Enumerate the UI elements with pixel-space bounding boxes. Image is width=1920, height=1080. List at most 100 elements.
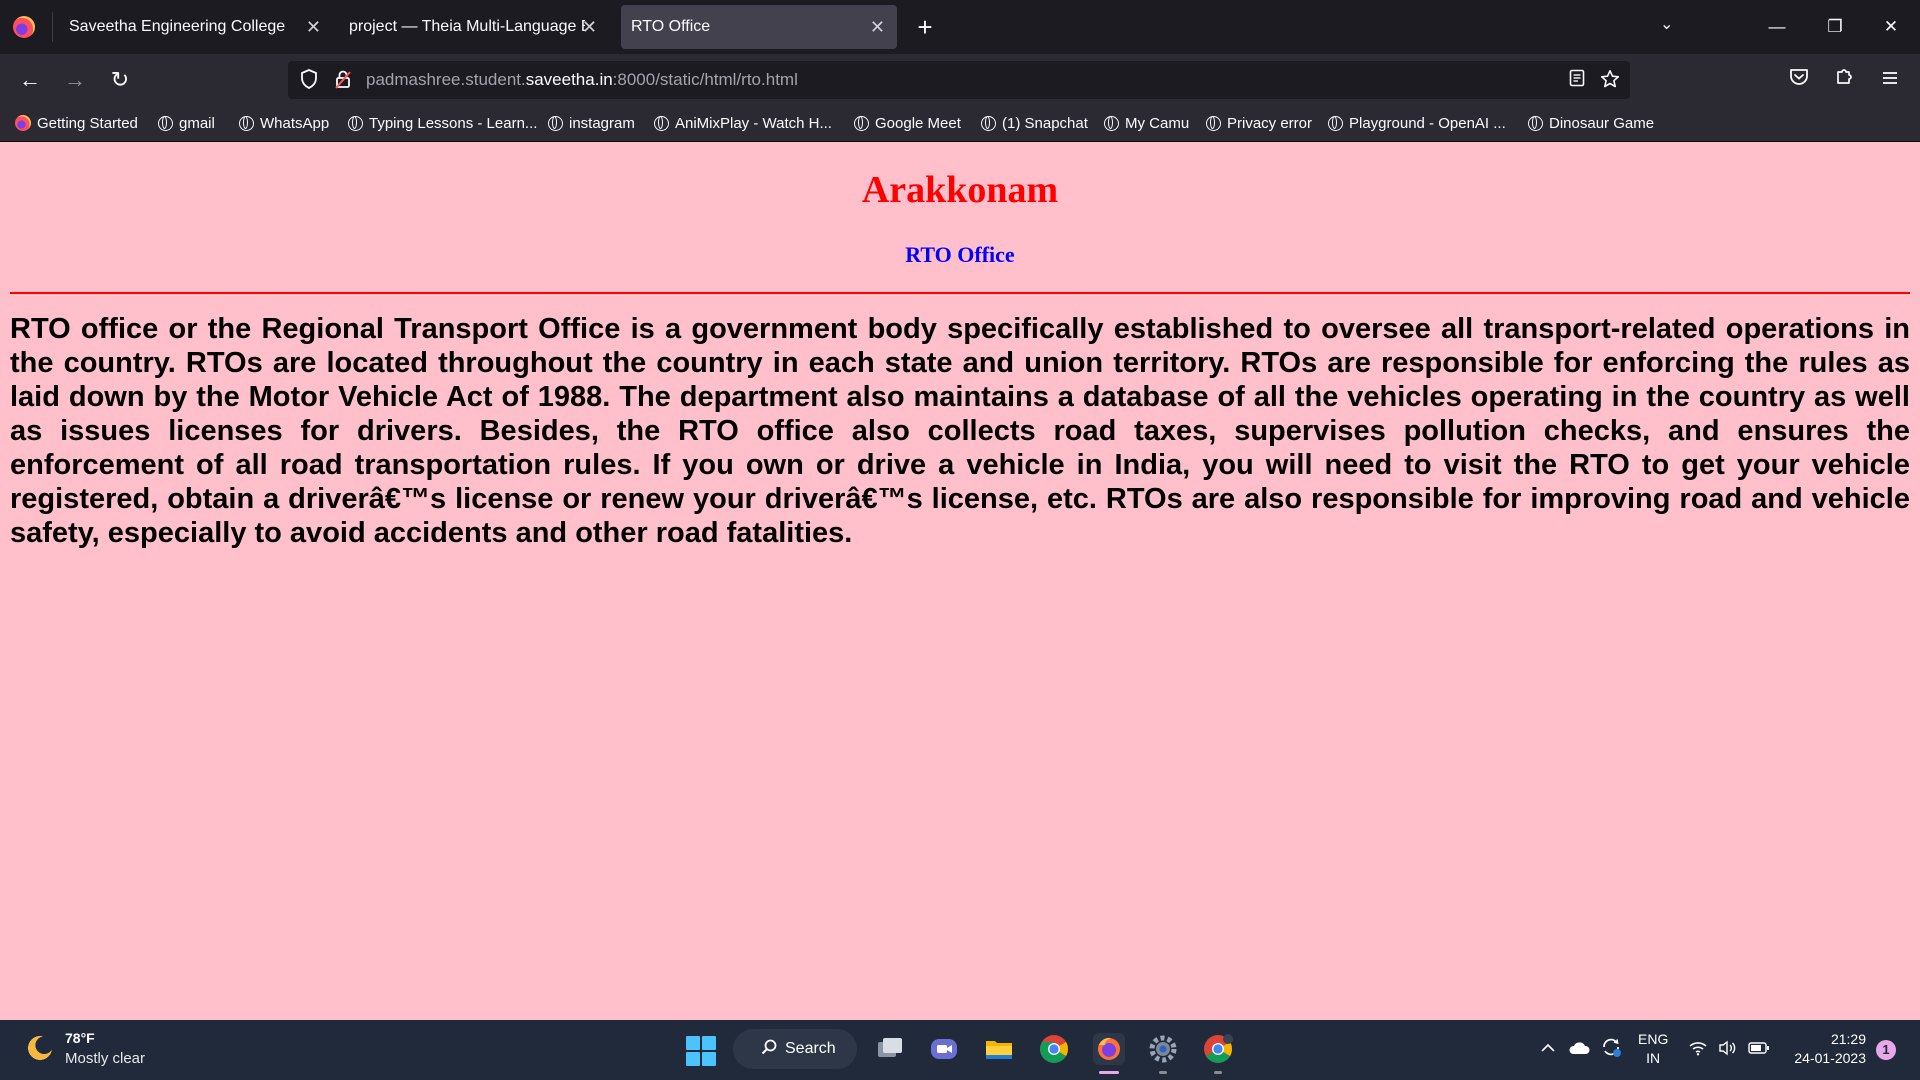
- close-icon[interactable]: ✕: [582, 5, 597, 49]
- bookmark-label: (1) Snapchat: [1002, 115, 1088, 132]
- back-button[interactable]: ←: [15, 65, 45, 95]
- start-windows-icon[interactable]: [686, 1036, 716, 1066]
- url-path: :8000/static/html/rto.html: [612, 70, 798, 89]
- horizontal-rule: [10, 292, 1910, 294]
- region-code: IN: [1646, 1050, 1661, 1066]
- search-icon: [761, 1029, 777, 1069]
- weather-moon-icon: [26, 1034, 54, 1062]
- tab-rto-office[interactable]: RTO Office ✕: [621, 5, 897, 49]
- bookmark-dinosaur-game[interactable]: Dinosaur Game: [1528, 106, 1654, 141]
- clock[interactable]: 21:29 24-01-2023: [1790, 1030, 1866, 1068]
- shield-icon[interactable]: [298, 69, 320, 91]
- bookmark-animixplay[interactable]: AniMixPlay - Watch H...: [654, 106, 832, 141]
- globe-icon: [348, 116, 363, 131]
- minimize-button[interactable]: —: [1752, 10, 1802, 44]
- chrome-icon[interactable]: [1038, 1033, 1070, 1065]
- bookmark-label: Privacy error: [1227, 115, 1313, 132]
- chrome-profile-icon[interactable]: [1202, 1033, 1234, 1065]
- tab-label: RTO Office: [631, 18, 711, 35]
- teams-chat-icon[interactable]: [928, 1033, 960, 1065]
- running-app-indicator: [1214, 1071, 1222, 1074]
- tab-bar: Saveetha Engineering College ✕ project —…: [0, 0, 1920, 54]
- url-host: saveetha.in: [525, 70, 613, 89]
- url-text[interactable]: padmashree.student.saveetha.in:8000/stat…: [366, 61, 798, 99]
- bookmark-label: Google Meet: [875, 115, 961, 132]
- globe-icon: [548, 116, 563, 131]
- bookmark-google-meet[interactable]: Google Meet: [854, 106, 961, 141]
- bookmark-label: Getting Started: [37, 115, 138, 132]
- reload-button[interactable]: ↻: [105, 65, 135, 95]
- navigation-toolbar: ← → ↻ padmashree.student.saveetha.in:800…: [0, 54, 1920, 106]
- globe-icon: [239, 116, 254, 131]
- globe-icon: [1206, 116, 1221, 131]
- forward-button[interactable]: →: [60, 65, 90, 95]
- tab-separator: [52, 12, 53, 42]
- close-icon[interactable]: ✕: [306, 5, 321, 49]
- clock-time: 21:29: [1830, 1031, 1866, 1047]
- volume-icon[interactable]: [1718, 1020, 1738, 1080]
- search-label: Search: [785, 1040, 836, 1057]
- clock-date: 24-01-2023: [1794, 1050, 1866, 1066]
- close-icon[interactable]: ✕: [870, 5, 885, 49]
- bookmark-label: AniMixPlay - Watch H...: [675, 115, 832, 132]
- pocket-icon[interactable]: [1784, 65, 1814, 95]
- reader-view-icon[interactable]: [1566, 69, 1588, 91]
- list-all-tabs-icon[interactable]: ⌄: [1660, 14, 1673, 34]
- file-explorer-icon[interactable]: [983, 1033, 1015, 1065]
- firefox-icon[interactable]: [13, 16, 35, 38]
- bookmark-snapchat[interactable]: (1) Snapchat: [981, 106, 1088, 141]
- active-app-indicator: [1099, 1071, 1119, 1074]
- bookmark-privacy-error[interactable]: Privacy error: [1206, 106, 1312, 141]
- wifi-icon[interactable]: [1688, 1020, 1708, 1080]
- tab-label: Saveetha Engineering College: [69, 18, 286, 35]
- bookmark-label: Typing Lessons - Learn...: [369, 115, 538, 132]
- restore-button[interactable]: ❐: [1810, 10, 1860, 44]
- close-window-button[interactable]: ✕: [1866, 10, 1916, 44]
- bookmark-label: WhatsApp: [260, 115, 330, 132]
- insecure-lock-icon[interactable]: [332, 69, 354, 91]
- globe-icon: [654, 116, 669, 131]
- tab-saveetha[interactable]: Saveetha Engineering College ✕: [55, 5, 333, 49]
- globe-icon: [981, 116, 996, 131]
- menu-icon[interactable]: [1875, 65, 1905, 95]
- input-language-indicator[interactable]: ENG IN: [1638, 1030, 1668, 1068]
- page-heading: Arakkonam: [861, 169, 1059, 211]
- page-content: Arakkonam RTO Office RTO office or the R…: [0, 142, 1920, 1020]
- firefox-icon: [15, 115, 31, 131]
- tab-project-theia[interactable]: project — Theia Multi-Language Ex ✕: [335, 5, 607, 49]
- task-view-icon[interactable]: [874, 1033, 906, 1065]
- globe-icon: [854, 116, 869, 131]
- page-paragraph: RTO office or the Regional Transport Off…: [10, 313, 1910, 549]
- show-hidden-icons-chevron-icon[interactable]: [1540, 1020, 1556, 1080]
- bookmark-instagram[interactable]: instagram: [548, 106, 635, 141]
- tab-label: project — Theia Multi-Language Ex: [349, 18, 585, 35]
- weather-condition: Mostly clear: [65, 1050, 146, 1067]
- bookmark-openai-playground[interactable]: Playground - OpenAI ...: [1328, 106, 1506, 141]
- notification-badge[interactable]: 1: [1876, 1040, 1896, 1060]
- onedrive-cloud-icon[interactable]: [1568, 1020, 1590, 1080]
- bookmark-my-camu[interactable]: My Camu: [1104, 106, 1189, 141]
- battery-icon[interactable]: [1748, 1020, 1770, 1080]
- bookmark-label: gmail: [179, 115, 215, 132]
- bookmark-star-icon[interactable]: [1599, 69, 1621, 91]
- page-subheading: RTO Office: [905, 242, 1015, 267]
- sync-icon[interactable]: [1600, 1020, 1622, 1080]
- globe-icon: [1528, 116, 1543, 131]
- bookmark-typing-lessons[interactable]: Typing Lessons - Learn...: [348, 106, 537, 141]
- bookmark-label: Dinosaur Game: [1549, 115, 1655, 132]
- url-prefix: padmashree.student.: [366, 70, 526, 89]
- bookmark-label: My Camu: [1125, 115, 1190, 132]
- firefox-icon[interactable]: [1093, 1033, 1125, 1065]
- settings-icon[interactable]: [1147, 1033, 1179, 1065]
- taskbar-search-button[interactable]: Search: [733, 1029, 857, 1069]
- bookmarks-toolbar: Getting Started gmail WhatsApp Typing Le…: [0, 106, 1920, 142]
- extensions-icon[interactable]: [1830, 65, 1860, 95]
- url-bar[interactable]: padmashree.student.saveetha.in:8000/stat…: [288, 61, 1630, 99]
- bookmark-gmail[interactable]: gmail: [158, 106, 215, 141]
- language-code: ENG: [1638, 1031, 1669, 1047]
- bookmark-whatsapp[interactable]: WhatsApp: [239, 106, 329, 141]
- running-app-indicator: [1159, 1071, 1167, 1074]
- globe-icon: [1328, 116, 1343, 131]
- new-tab-button[interactable]: +: [910, 10, 940, 44]
- bookmark-getting-started[interactable]: Getting Started: [15, 106, 138, 141]
